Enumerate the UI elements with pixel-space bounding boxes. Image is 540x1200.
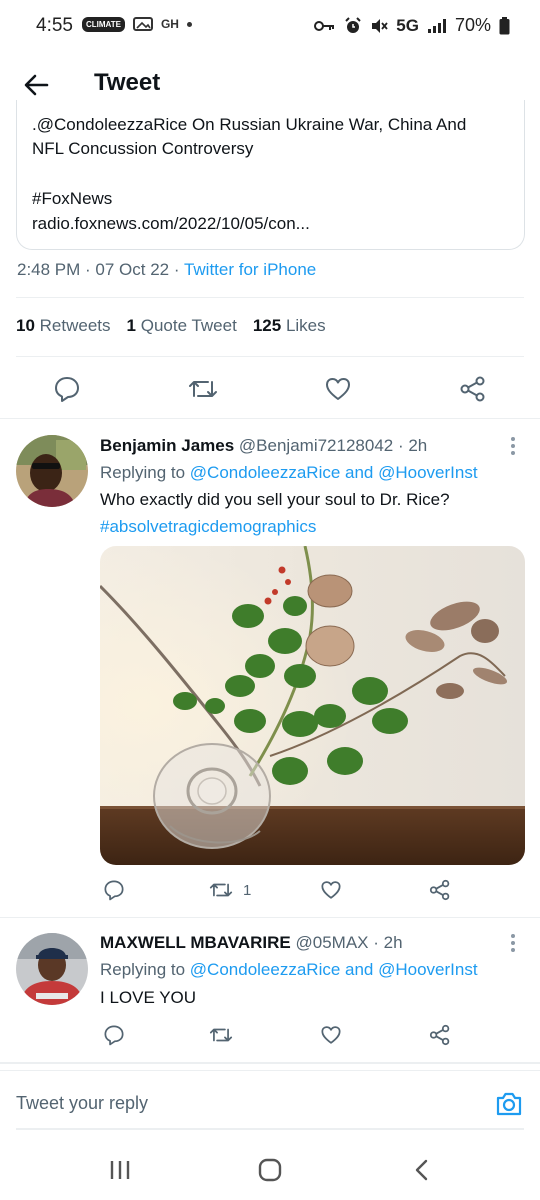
divider bbox=[0, 917, 540, 918]
card-title-line-1: .@CondoleezzaRice On Russian Ukraine War… bbox=[32, 115, 467, 134]
status-bar: 4:55 CLIMATE GH 5G 70% bbox=[0, 0, 540, 56]
reply-hashtag[interactable]: #absolvetragicdemographics bbox=[100, 517, 316, 537]
status-time: 4:55 bbox=[36, 15, 73, 36]
replying-to-links[interactable]: @CondoleezzaRice and @HooverInst bbox=[190, 463, 478, 482]
replying-to-links[interactable]: @CondoleezzaRice and @HooverInst bbox=[190, 960, 478, 979]
divider bbox=[0, 1062, 540, 1064]
key-icon bbox=[314, 19, 336, 33]
reply-author[interactable]: Benjamin James @Benjami72128042 · 2h bbox=[100, 436, 427, 456]
camera-icon[interactable] bbox=[494, 1089, 524, 1119]
quote-tweets-stat[interactable]: 1 Quote Tweet bbox=[127, 316, 237, 336]
tweet-actions bbox=[0, 368, 540, 410]
home-icon[interactable] bbox=[258, 1158, 282, 1182]
reply-icon[interactable] bbox=[103, 1024, 125, 1046]
tweet-meta: 2:48 PM · 07 Oct 22 · Twitter for iPhone bbox=[17, 260, 316, 280]
notification-text: GH bbox=[160, 17, 179, 31]
more-notifications-dot bbox=[186, 21, 192, 27]
reply-input[interactable]: Tweet your reply bbox=[16, 1093, 148, 1114]
divider bbox=[0, 418, 540, 419]
share-icon[interactable] bbox=[428, 878, 452, 902]
replying-to: Replying to @CondoleezzaRice and @Hoover… bbox=[100, 463, 478, 482]
alarm-icon bbox=[344, 16, 362, 35]
card-hashtag[interactable]: #FoxNews bbox=[32, 186, 112, 211]
status-right: 5G 70% bbox=[314, 15, 510, 36]
more-icon[interactable] bbox=[511, 934, 517, 955]
retweets-stat[interactable]: 10 Retweets bbox=[16, 316, 111, 336]
avatar[interactable] bbox=[16, 435, 88, 507]
reply-input-underline bbox=[16, 1128, 524, 1130]
system-nav-bar bbox=[0, 1140, 540, 1200]
battery-icon bbox=[499, 16, 510, 35]
avatar[interactable] bbox=[16, 933, 88, 1005]
like-icon[interactable] bbox=[320, 1024, 342, 1046]
replying-to: Replying to @CondoleezzaRice and @Hoover… bbox=[100, 960, 478, 979]
share-icon[interactable] bbox=[458, 374, 488, 404]
retweet-icon[interactable] bbox=[209, 1024, 233, 1046]
battery-percent: 70% bbox=[454, 15, 491, 35]
card-title-line-2: NFL Concussion Controversy bbox=[32, 139, 254, 158]
divider bbox=[16, 356, 524, 357]
meta-separator: · bbox=[80, 260, 96, 279]
retweet-icon[interactable] bbox=[188, 375, 218, 403]
network-type: 5G bbox=[396, 15, 419, 35]
author-handle: @Benjami72128042 · 2h bbox=[238, 436, 428, 455]
meta-separator: · bbox=[169, 260, 184, 279]
reply-photo[interactable] bbox=[100, 546, 525, 865]
retweet-count: 1 bbox=[243, 882, 252, 899]
back-arrow-icon[interactable] bbox=[20, 68, 54, 102]
recent-apps-icon[interactable] bbox=[108, 1160, 132, 1180]
reply-text: Who exactly did you sell your soul to Dr… bbox=[100, 490, 450, 509]
reply-icon[interactable] bbox=[53, 375, 81, 403]
status-notifications: CLIMATE GH bbox=[82, 16, 192, 32]
tweet-date: 07 Oct 22 bbox=[95, 260, 170, 279]
mute-icon bbox=[370, 17, 388, 35]
tweet-source-link[interactable]: Twitter for iPhone bbox=[184, 260, 316, 279]
back-icon[interactable] bbox=[412, 1158, 432, 1182]
reply-text: I LOVE YOU bbox=[100, 988, 197, 1007]
gallery-icon bbox=[132, 16, 153, 32]
like-icon[interactable] bbox=[324, 375, 352, 403]
engagement-stats: 10 Retweets 1 Quote Tweet 125 Likes bbox=[16, 316, 326, 336]
signal-icon bbox=[427, 18, 447, 34]
reply-icon[interactable] bbox=[103, 879, 125, 901]
card-link[interactable]: radio.foxnews.com/2022/10/05/con... bbox=[32, 211, 310, 236]
author-name[interactable]: Benjamin James bbox=[100, 436, 234, 455]
page-title: Tweet bbox=[94, 69, 161, 96]
reply-author[interactable]: MAXWELL MBAVARIRE @05MAX · 2h bbox=[100, 933, 403, 953]
like-icon[interactable] bbox=[320, 879, 342, 901]
divider bbox=[0, 1070, 540, 1071]
author-name[interactable]: MAXWELL MBAVARIRE bbox=[100, 933, 291, 952]
link-preview-card[interactable]: .@CondoleezzaRice On Russian Ukraine War… bbox=[16, 100, 525, 250]
tweet-time: 2:48 PM bbox=[17, 260, 81, 279]
divider bbox=[16, 297, 524, 298]
notification-badge: CLIMATE bbox=[82, 16, 125, 32]
likes-stat[interactable]: 125 Likes bbox=[253, 316, 326, 336]
retweet-icon[interactable] bbox=[209, 879, 233, 901]
more-icon[interactable] bbox=[511, 437, 517, 458]
author-handle: @05MAX · 2h bbox=[295, 933, 403, 952]
share-icon[interactable] bbox=[428, 1023, 452, 1047]
